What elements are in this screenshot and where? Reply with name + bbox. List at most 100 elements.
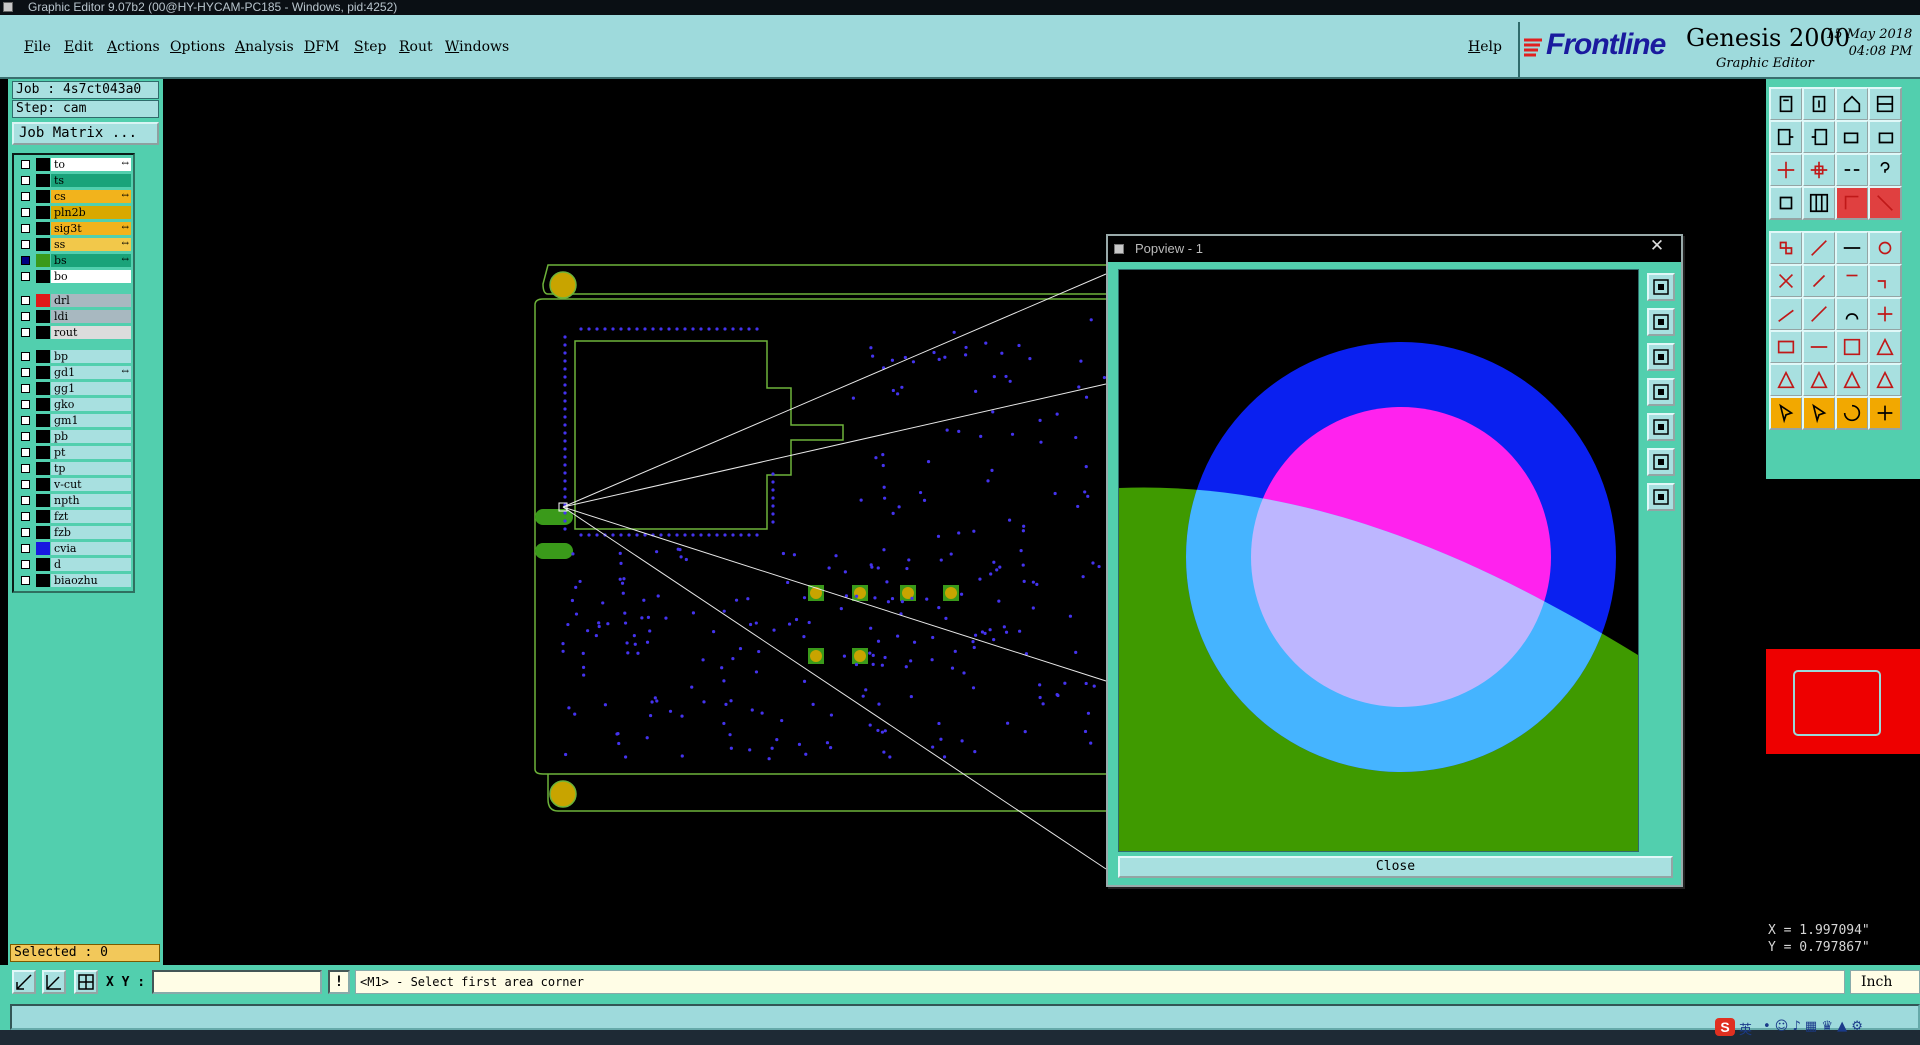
layer-color-swatch[interactable] [36, 206, 50, 219]
layer-color-swatch[interactable] [36, 462, 50, 475]
layer-row[interactable]: cs ↔ [16, 189, 134, 204]
layer-name[interactable]: pt [51, 446, 131, 459]
layer-row[interactable]: cvia [16, 541, 134, 556]
menu-dfm[interactable]: DFM [304, 39, 339, 55]
popview-tool-button[interactable] [1647, 483, 1675, 511]
layer-row[interactable]: biaozhu [16, 573, 134, 588]
layer-name[interactable]: bs ↔ [51, 254, 131, 267]
layer-checkbox[interactable] [21, 256, 30, 265]
tool-home-button[interactable] [1835, 87, 1869, 121]
layer-row[interactable]: d [16, 557, 134, 572]
layer-row[interactable]: drl [16, 293, 134, 308]
layer-color-swatch[interactable] [36, 270, 50, 283]
layer-color-swatch[interactable] [36, 574, 50, 587]
tool-line-button[interactable] [1769, 297, 1803, 331]
tool-rotate-button[interactable] [1835, 396, 1869, 430]
menu-actions[interactable]: Actions [107, 39, 160, 55]
popview-close-button[interactable]: Close [1118, 856, 1673, 878]
tool-node-button[interactable] [1835, 264, 1869, 298]
layer-checkbox[interactable] [21, 176, 30, 185]
tool-move-button[interactable] [1868, 396, 1902, 430]
layer-color-swatch[interactable] [36, 414, 50, 427]
layer-name[interactable]: ss ↔ [51, 238, 131, 251]
layer-name[interactable]: v-cut [51, 478, 131, 491]
layer-name[interactable]: fzb [51, 526, 131, 539]
layer-checkbox[interactable] [21, 192, 30, 201]
layer-row[interactable]: bo [16, 269, 134, 284]
layer-color-swatch[interactable] [36, 430, 50, 443]
layer-color-swatch[interactable] [36, 254, 50, 267]
layer-name[interactable]: gm1 [51, 414, 131, 427]
layer-checkbox[interactable] [21, 544, 30, 553]
layer-checkbox[interactable] [21, 312, 30, 321]
grid-button[interactable] [74, 970, 98, 994]
xy-input[interactable] [152, 970, 322, 994]
measure-button[interactable] [42, 970, 66, 994]
layer-checkbox[interactable] [21, 416, 30, 425]
popview-tool-button[interactable] [1647, 308, 1675, 336]
layer-color-swatch[interactable] [36, 310, 50, 323]
menu-edit[interactable]: Edit [64, 39, 93, 55]
layer-color-swatch[interactable] [36, 398, 50, 411]
layer-color-swatch[interactable] [36, 542, 50, 555]
layer-checkbox[interactable] [21, 400, 30, 409]
tool-window-button[interactable] [1868, 87, 1902, 121]
menu-rout[interactable]: Rout [399, 39, 433, 55]
layer-color-swatch[interactable] [36, 558, 50, 571]
layer-row[interactable]: fzt [16, 509, 134, 524]
layer-row[interactable]: pln2b [16, 205, 134, 220]
layer-color-swatch[interactable] [36, 446, 50, 459]
popview-close-icon[interactable]: ✕ [1640, 236, 1674, 258]
layer-checkbox[interactable] [21, 352, 30, 361]
popview-tool-button[interactable] [1647, 448, 1675, 476]
layer-color-swatch[interactable] [36, 158, 50, 171]
tool-line-h-button[interactable] [1802, 330, 1836, 364]
menu-options[interactable]: Options [170, 39, 225, 55]
layer-color-swatch[interactable] [36, 326, 50, 339]
layer-color-swatch[interactable] [36, 190, 50, 203]
tool-save-button[interactable] [1802, 87, 1836, 121]
layer-row[interactable]: pt [16, 445, 134, 460]
layer-name[interactable]: gg1 [51, 382, 131, 395]
tray-icons[interactable]: • ☺ ♪ ▦ ♛ ▲ ⚙ [1763, 1019, 1863, 1034]
tool-poly-button[interactable] [1868, 330, 1902, 364]
tool-angle-button[interactable] [1868, 363, 1902, 397]
layer-row[interactable]: gg1 [16, 381, 134, 396]
layer-checkbox[interactable] [21, 296, 30, 305]
tool-scale-button[interactable] [1835, 153, 1869, 187]
layer-checkbox[interactable] [21, 240, 30, 249]
tool-undo-button[interactable] [1835, 120, 1869, 154]
tool-text-button[interactable] [1868, 297, 1902, 331]
zoom-area-button[interactable] [12, 970, 36, 994]
layer-checkbox[interactable] [21, 224, 30, 233]
layer-name[interactable]: biaozhu [51, 574, 131, 587]
tool-edit-cursor-button[interactable] [1802, 396, 1836, 430]
layer-checkbox[interactable] [21, 576, 30, 585]
layer-name[interactable]: fzt [51, 510, 131, 523]
layer-name[interactable]: rout [51, 326, 131, 339]
layer-row[interactable]: gko [16, 397, 134, 412]
layer-name[interactable]: bo [51, 270, 131, 283]
popview-tool-button[interactable] [1647, 273, 1675, 301]
layer-row[interactable]: ldi [16, 309, 134, 324]
layer-name[interactable]: npth [51, 494, 131, 507]
layer-color-swatch[interactable] [36, 238, 50, 251]
tool-redo-button[interactable] [1868, 120, 1902, 154]
layer-name[interactable]: gd1 ↔ [51, 366, 131, 379]
ime-mode-label[interactable]: 英 [1739, 1019, 1752, 1038]
layer-color-swatch[interactable] [36, 526, 50, 539]
layer-row[interactable]: bp [16, 349, 134, 364]
layer-row[interactable]: ts [16, 173, 134, 188]
tool-ruler-button[interactable] [1835, 231, 1869, 265]
layer-row[interactable]: pb [16, 429, 134, 444]
popview-tool-button[interactable] [1647, 378, 1675, 406]
layer-checkbox[interactable] [21, 328, 30, 337]
tool-snap-button[interactable] [1835, 186, 1869, 220]
layer-color-swatch[interactable] [36, 350, 50, 363]
layer-checkbox[interactable] [21, 496, 30, 505]
tool-pan-button[interactable] [1769, 186, 1803, 220]
layer-name[interactable]: cvia [51, 542, 131, 555]
tool-resize-button[interactable] [1835, 330, 1869, 364]
tool-center-button[interactable] [1802, 153, 1836, 187]
layer-row[interactable]: fzb [16, 525, 134, 540]
